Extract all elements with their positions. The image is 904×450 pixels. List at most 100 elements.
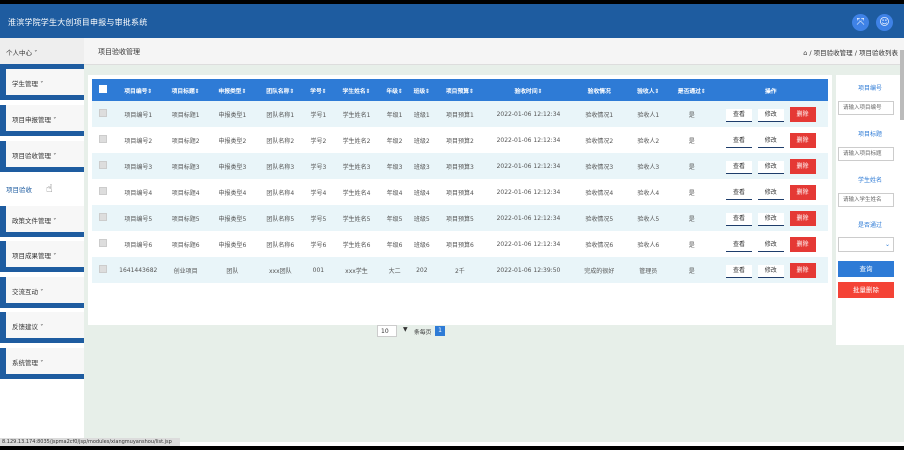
view-button[interactable]: 查看 bbox=[726, 160, 753, 174]
delete-button[interactable]: 删除 bbox=[789, 132, 816, 148]
page-button-current[interactable]: 1 bbox=[435, 326, 445, 336]
table-cell: 学生姓名5 bbox=[332, 205, 381, 231]
project-title-input[interactable]: 请输入项目标题 bbox=[838, 147, 894, 161]
column-header[interactable]: 项目编号⇕ bbox=[113, 79, 163, 101]
table-cell: 团队名称1 bbox=[256, 101, 305, 127]
delete-button[interactable]: 删除 bbox=[789, 184, 816, 200]
table-cell: 是 bbox=[670, 205, 714, 231]
view-button[interactable]: 查看 bbox=[726, 108, 753, 122]
table-cell: 验收人6 bbox=[626, 231, 671, 257]
table-cell: 2022-01-06 12:12:34 bbox=[484, 153, 573, 179]
delete-button[interactable]: 删除 bbox=[789, 158, 816, 174]
query-button[interactable]: 查询 bbox=[838, 261, 894, 277]
sidebar-item-project-acceptance[interactable]: 项目验收管理 ˅ bbox=[0, 141, 84, 172]
edit-button[interactable]: 修改 bbox=[757, 238, 784, 252]
table-cell: 是 bbox=[670, 127, 714, 153]
table-header-row: 项目编号⇕ 项目标题⇕ 申报类型⇕ 团队名称⇕ 学号⇕ 学生姓名⇕ 年级⇕ 班级… bbox=[92, 79, 828, 101]
passed-select[interactable]: ⌄ bbox=[838, 237, 894, 252]
row-checkbox[interactable] bbox=[92, 257, 114, 283]
table-cell: 是 bbox=[670, 179, 714, 205]
student-name-input[interactable]: 请输入学生姓名 bbox=[838, 193, 894, 207]
sidebar-item-project-check[interactable]: 项目验收 ☝ bbox=[0, 175, 84, 206]
table-cell: 验收情况2 bbox=[572, 127, 627, 153]
table-cell: 班级1 bbox=[408, 101, 435, 127]
scrollbar[interactable] bbox=[900, 50, 904, 120]
table-cell: 项目编号6 bbox=[113, 231, 163, 257]
column-header[interactable]: 验收时间⇕ bbox=[484, 79, 573, 101]
row-checkbox[interactable] bbox=[92, 153, 114, 179]
row-checkbox[interactable] bbox=[92, 179, 114, 205]
view-button[interactable]: 查看 bbox=[726, 186, 753, 200]
row-checkbox[interactable] bbox=[92, 231, 114, 257]
table-cell: 项目标题3 bbox=[162, 153, 209, 179]
column-header[interactable]: 是否通过⇕ bbox=[670, 79, 714, 101]
sidebar-item-personal-center[interactable]: 个人中心 ˅ bbox=[0, 38, 84, 69]
sidebar-item-student-management[interactable]: 学生管理 ˅ bbox=[0, 69, 84, 100]
chevron-down-icon[interactable]: ▼ bbox=[403, 326, 408, 333]
edit-button[interactable]: 修改 bbox=[757, 108, 784, 122]
view-button[interactable]: 查看 bbox=[726, 238, 753, 252]
table-cell: 2022-01-06 12:12:34 bbox=[484, 231, 573, 257]
table-cell: 项目预算2 bbox=[434, 127, 485, 153]
column-header[interactable]: 班级⇕ bbox=[408, 79, 435, 101]
sidebar-item-label: 政策文件管理 ˅ bbox=[12, 217, 57, 225]
table-cell: 班级5 bbox=[408, 205, 435, 231]
sidebar-item-label: 项目成果管理 ˅ bbox=[12, 252, 57, 260]
bottom-border bbox=[0, 446, 904, 450]
select-all-checkbox[interactable] bbox=[92, 79, 114, 101]
sidebar-item-label: 交流互动 ˅ bbox=[12, 288, 44, 296]
batch-delete-button[interactable]: 批量删除 bbox=[838, 282, 894, 298]
row-actions: 查看 修改 删除 bbox=[713, 205, 828, 231]
delete-button[interactable]: 删除 bbox=[789, 236, 816, 252]
view-button[interactable]: 查看 bbox=[726, 134, 753, 148]
table-cell: 是 bbox=[670, 153, 714, 179]
top-navbar: 淮滨学院学生大创项目申报与审批系统 ⤧ ☺ bbox=[0, 0, 904, 38]
column-header[interactable]: 学号⇕ bbox=[304, 79, 333, 101]
expand-icon[interactable]: ⤧ bbox=[852, 14, 869, 31]
column-header[interactable]: 申报类型⇕ bbox=[208, 79, 257, 101]
column-header[interactable]: 学生姓名⇕ bbox=[332, 79, 381, 101]
sidebar-item-label: 学生管理 ˅ bbox=[12, 80, 44, 88]
page-size-select[interactable]: 10 bbox=[377, 325, 397, 337]
column-header[interactable]: 团队名称⇕ bbox=[256, 79, 305, 101]
sidebar-item-system[interactable]: 系统管理 ˅ bbox=[0, 348, 84, 379]
table-cell: 团队名称6 bbox=[256, 231, 305, 257]
table-cell: 学生姓名3 bbox=[332, 153, 381, 179]
sidebar-item-project-declaration[interactable]: 项目申报管理 ˅ bbox=[0, 105, 84, 136]
delete-button[interactable]: 删除 bbox=[789, 262, 816, 278]
edit-button[interactable]: 修改 bbox=[757, 186, 784, 200]
row-checkbox[interactable] bbox=[92, 205, 114, 231]
table-cell: 项目预算3 bbox=[434, 153, 485, 179]
delete-button[interactable]: 删除 bbox=[789, 106, 816, 122]
table-row: 项目编号3 项目标题3 申报类型3 团队名称3 学号3 学生姓名3 年级3 班级3 项目预算3 2… bbox=[92, 153, 828, 179]
search-panel: 项目编号 请输入项目编号 项目标题 请输入项目标题 学生姓名 请输入学生姓名 是… bbox=[836, 75, 904, 345]
passed-label: 是否通过 bbox=[857, 222, 882, 229]
row-checkbox[interactable] bbox=[92, 127, 114, 153]
table-cell: 学号4 bbox=[304, 179, 333, 205]
column-header[interactable]: 年级⇕ bbox=[380, 79, 409, 101]
table-cell: 班级6 bbox=[408, 231, 435, 257]
breadcrumb-path[interactable]: ⌂ / 项目验收管理 / 项目验收列表 bbox=[803, 47, 898, 57]
table-cell: 学生姓名2 bbox=[332, 127, 381, 153]
view-button[interactable]: 查看 bbox=[726, 264, 753, 278]
project-no-input[interactable]: 请输入项目编号 bbox=[838, 101, 894, 115]
edit-button[interactable]: 修改 bbox=[757, 212, 784, 226]
sidebar-item-feedback[interactable]: 反馈建议 ˅ bbox=[0, 312, 84, 343]
edit-button[interactable]: 修改 bbox=[757, 160, 784, 174]
sidebar-item-project-results[interactable]: 项目成果管理 ˅ bbox=[0, 241, 84, 272]
view-button[interactable]: 查看 bbox=[726, 212, 753, 226]
main-content: 项目验收管理 ⌂ / 项目验收管理 / 项目验收列表 项目编号⇕ 项目标题⇕ 申… bbox=[84, 38, 904, 442]
edit-button[interactable]: 修改 bbox=[757, 264, 784, 278]
row-checkbox[interactable] bbox=[92, 101, 114, 127]
column-header[interactable]: 项目预算⇕ bbox=[434, 79, 485, 101]
table-cell: 申报类型2 bbox=[208, 127, 257, 153]
column-header[interactable]: 项目标题⇕ bbox=[162, 79, 209, 101]
edit-button[interactable]: 修改 bbox=[757, 134, 784, 148]
sidebar-item-policy-files[interactable]: 政策文件管理 ˅ bbox=[0, 206, 84, 237]
delete-button[interactable]: 删除 bbox=[789, 210, 816, 226]
sidebar-item-communication[interactable]: 交流互动 ˅ bbox=[0, 277, 84, 308]
table-cell: 学号5 bbox=[304, 205, 333, 231]
user-icon[interactable]: ☺ bbox=[876, 14, 893, 31]
column-header[interactable]: 验收人⇕ bbox=[626, 79, 671, 101]
table-cell: 学生姓名6 bbox=[332, 231, 381, 257]
